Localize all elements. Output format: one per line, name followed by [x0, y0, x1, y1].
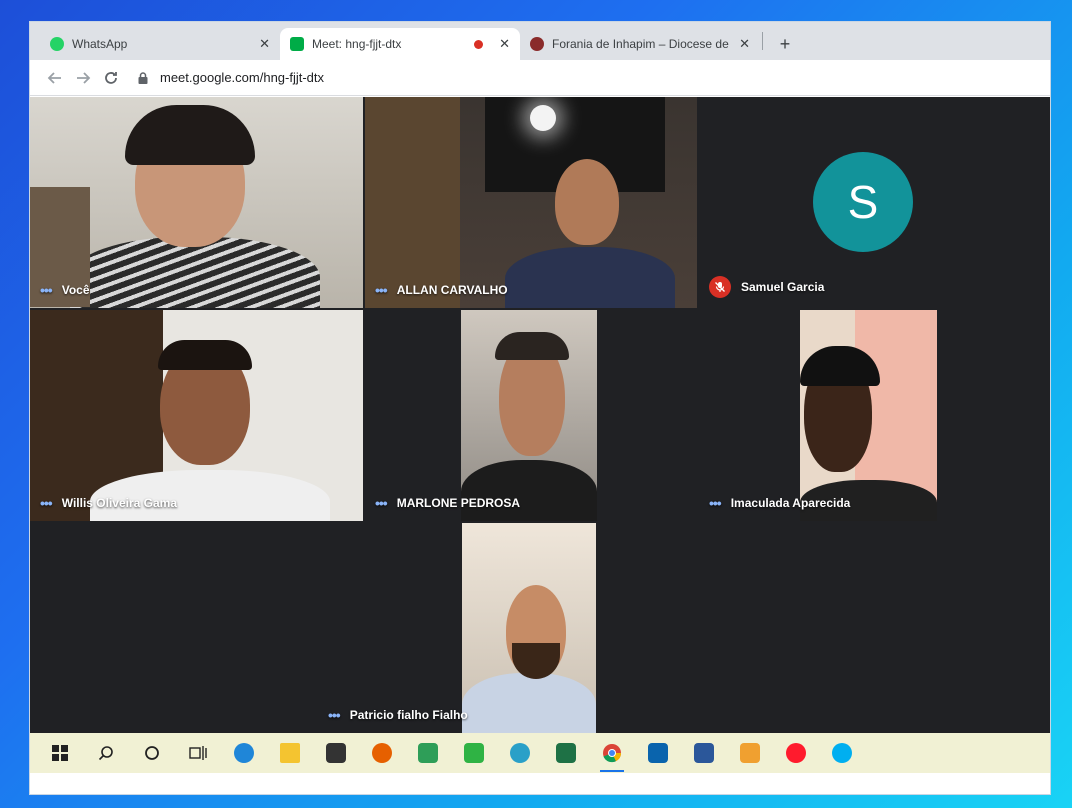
whatsapp-icon [50, 37, 64, 51]
address-bar[interactable]: meet.google.com/hng-fjjt-dtx [136, 70, 324, 85]
word-icon[interactable] [688, 737, 720, 769]
tab-separator [762, 32, 763, 50]
participant-nameplate: ••• Você [40, 282, 90, 298]
firefox-icon[interactable] [366, 737, 398, 769]
media-player-icon[interactable] [734, 737, 766, 769]
participant-avatar: S [813, 152, 913, 252]
windows-start-icon[interactable] [44, 737, 76, 769]
participant-nameplate: ••• Patricio fialho Fialho [328, 707, 468, 723]
participant-name: Samuel Garcia [741, 280, 825, 294]
participant-nameplate: ••• Imaculada Aparecida [709, 495, 850, 511]
file-explorer-icon[interactable] [274, 737, 306, 769]
reload-icon [105, 71, 117, 84]
arrow-left-icon [47, 71, 61, 84]
tab-meet[interactable]: Meet: hng-fjjt-dtx ✕ [280, 28, 520, 60]
close-icon[interactable]: ✕ [739, 36, 750, 52]
tab-strip: WhatsApp ✕ Meet: hng-fjjt-dtx ✕ Forania … [30, 22, 1050, 60]
excel-icon[interactable] [550, 737, 582, 769]
url-text: meet.google.com/hng-fjjt-dtx [160, 70, 325, 85]
participant-tile[interactable]: ••• Willis Oliveira Gama [30, 310, 363, 521]
participant-nameplate: ••• MARLONE PEDROSA [375, 495, 520, 511]
participant-nameplate: Samuel Garcia [709, 276, 824, 298]
recording-indicator-icon [474, 39, 484, 49]
participant-name: Patricio fialho Fialho [349, 708, 468, 722]
tab-forania[interactable]: Forania de Inhapim – Diocese de ✕ [520, 28, 760, 60]
more-options-icon[interactable]: ••• [375, 282, 388, 298]
arrow-right-icon [77, 71, 91, 84]
cortana-icon[interactable] [136, 737, 168, 769]
more-options-icon[interactable]: ••• [328, 707, 341, 723]
mail-icon[interactable] [642, 737, 674, 769]
more-options-icon[interactable]: ••• [40, 282, 53, 298]
participant-tile[interactable]: ••• MARLONE PEDROSA [365, 310, 697, 521]
more-options-icon[interactable]: ••• [40, 495, 53, 511]
tab-title: Meet: hng-fjjt-dtx [312, 37, 402, 51]
windows-taskbar [30, 733, 1050, 773]
skype-icon[interactable] [826, 737, 858, 769]
video-feed [462, 523, 596, 733]
meet-grid: ••• Você ••• ALLAN CARVALHO S Samuel Gar… [30, 97, 1050, 733]
search-icon[interactable] [90, 737, 122, 769]
store-icon[interactable] [320, 737, 352, 769]
chrome-icon[interactable] [596, 737, 628, 772]
window-bottom-edge [30, 773, 1050, 794]
video-feed [30, 97, 363, 308]
globe-app-icon[interactable] [504, 737, 536, 769]
participant-tile[interactable]: ••• Imaculada Aparecida [699, 310, 1030, 521]
video-feed [30, 310, 363, 521]
reload-button[interactable] [98, 65, 124, 91]
more-options-icon[interactable]: ••• [375, 495, 388, 511]
opera-icon[interactable] [780, 737, 812, 769]
participant-name: Imaculada Aparecida [730, 496, 851, 510]
video-feed [800, 310, 937, 521]
task-view-icon[interactable] [182, 737, 214, 769]
meet-icon [290, 37, 304, 51]
back-button[interactable] [42, 65, 68, 91]
participant-name: MARLONE PEDROSA [396, 496, 521, 510]
browser-window: WhatsApp ✕ Meet: hng-fjjt-dtx ✕ Forania … [30, 22, 1050, 794]
tab-whatsapp[interactable]: WhatsApp ✕ [40, 28, 280, 60]
forward-button[interactable] [70, 65, 96, 91]
close-icon[interactable]: ✕ [499, 36, 510, 52]
participant-tile[interactable]: ••• Patricio fialho Fialho [318, 523, 746, 733]
more-options-icon[interactable]: ••• [709, 495, 722, 511]
video-feed [461, 310, 597, 521]
green-app-icon[interactable] [458, 737, 490, 769]
participant-nameplate: ••• ALLAN CARVALHO [375, 282, 508, 298]
photos-icon[interactable] [412, 737, 444, 769]
participant-name: Você [61, 283, 90, 297]
microphone-off-icon [709, 276, 731, 298]
tab-title: Forania de Inhapim – Diocese de [552, 37, 729, 51]
edge-icon[interactable] [228, 737, 260, 769]
video-feed [365, 97, 697, 308]
tab-title: WhatsApp [72, 37, 128, 51]
diocese-icon [530, 37, 544, 51]
new-tab-button[interactable]: + [771, 28, 799, 60]
close-icon[interactable]: ✕ [259, 36, 270, 52]
participant-tile[interactable]: ••• ALLAN CARVALHO [365, 97, 697, 308]
participant-name: Willis Oliveira Gama [61, 496, 177, 510]
lock-icon [138, 71, 148, 84]
participant-nameplate: ••• Willis Oliveira Gama [40, 495, 177, 511]
browser-toolbar: meet.google.com/hng-fjjt-dtx [30, 60, 1050, 96]
participant-name: ALLAN CARVALHO [396, 283, 508, 297]
participant-tile[interactable]: S Samuel Garcia [699, 97, 1050, 308]
participant-tile[interactable]: ••• Você [30, 97, 363, 308]
